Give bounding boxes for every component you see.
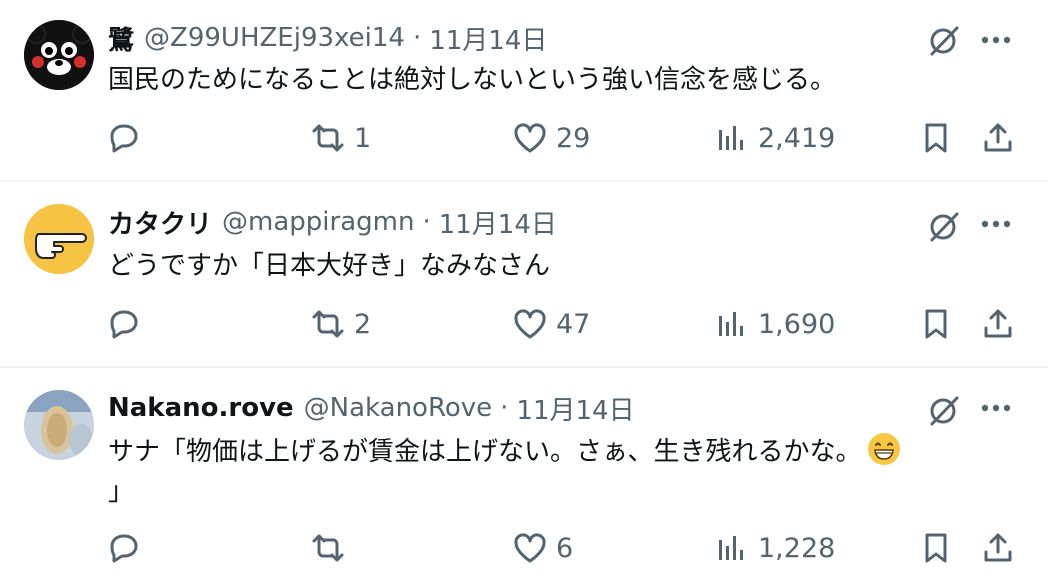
grok-icon[interactable] [926,22,962,58]
post-text-line: サナ「物価は上げるが賃金は上げない。さぁ、生き残れるかな。 [108,432,1008,472]
author-name[interactable]: カタクリ [108,204,212,241]
like-button[interactable]: 6 [512,526,573,570]
avatar[interactable] [24,20,94,90]
views-button[interactable]: 2,419 [714,116,835,160]
views-icon [719,536,743,560]
separator: · [422,207,431,237]
like-button[interactable]: 47 [512,302,590,346]
post-text: 国民のためになることは絶対しないという強い信念を感じる。 [108,60,1008,100]
grok-icon[interactable] [926,208,962,244]
repost-button[interactable] [310,526,354,570]
reply-icon [110,534,138,563]
post[interactable]: Nakano.rove @NakanoRove · 11月14日 サナ「物価は上… [0,368,1048,584]
more-icon[interactable] [978,390,1014,426]
post-time[interactable]: 11月14日 [439,204,557,241]
view-count: 1,228 [758,532,836,564]
post-time[interactable]: 11月14日 [429,20,547,57]
share-button[interactable] [980,526,1016,570]
views-button[interactable]: 1,690 [714,302,835,346]
post-text-line: 国民のためになることは絶対しないという強い信念を感じる。 [108,65,837,95]
share-button[interactable] [980,116,1016,160]
share-icon [984,309,1012,338]
avatar[interactable] [24,204,94,274]
repost-icon [312,534,344,562]
author-handle[interactable]: @Z99UHZEj93xei14 [144,23,405,53]
views-button[interactable]: 1,228 [714,526,835,570]
repost-icon [312,310,344,338]
avatar[interactable] [24,390,94,460]
author-name[interactable]: 鷺 [108,20,134,57]
like-button[interactable]: 29 [512,116,590,160]
like-count: 47 [556,308,591,340]
repost-icon [312,124,344,152]
reply-button[interactable] [106,116,150,160]
view-count: 1,690 [758,308,836,340]
bookmark-button[interactable] [918,302,954,346]
share-icon [984,533,1012,562]
grok-icon[interactable] [926,392,962,428]
post-text-line: 」 [108,477,135,507]
post[interactable]: カタクリ @mappiragmn · 11月14日 どうですか「日本大好き」なみ… [0,182,1048,366]
repost-button[interactable]: 2 [310,302,371,346]
like-icon [514,533,546,563]
author-handle[interactable]: @NakanoRove [304,393,493,423]
bookmark-icon [925,533,947,563]
bookmark-button[interactable] [918,116,954,160]
reply-button[interactable] [106,526,150,570]
bookmark-icon [925,309,947,339]
more-icon[interactable] [978,22,1014,58]
action-bar: 1 29 2,419 [0,116,1048,160]
share-button[interactable] [980,302,1016,346]
action-bar: 6 1,228 [0,526,1048,570]
post-time[interactable]: 11月14日 [516,390,634,427]
repost-count: 2 [354,308,372,340]
post[interactable]: 鷺 @Z99UHZEj93xei14 · 11月14日 国民のためになることは絶… [0,0,1048,180]
separator: · [500,393,509,423]
separator: · [412,23,422,53]
more-icon[interactable] [978,206,1014,242]
like-icon [514,123,546,153]
view-count: 2,419 [758,122,836,154]
reply-icon [110,124,138,153]
reply-icon [110,310,138,339]
views-icon [719,312,743,336]
like-count: 29 [556,122,591,154]
repost-button[interactable]: 1 [310,116,371,160]
like-count: 6 [556,532,574,564]
author-name[interactable]: Nakano.rove [108,393,294,423]
reply-button[interactable] [106,302,150,346]
post-text: どうですか「日本大好き」なみなさん [108,246,1008,286]
views-icon [719,126,743,150]
bookmark-icon [925,123,947,153]
like-icon [514,309,546,339]
bookmark-button[interactable] [918,526,954,570]
action-bar: 2 47 1,690 [0,302,1048,346]
author-handle[interactable]: @mappiragmn [222,207,414,237]
grinning-face-icon [868,433,901,465]
post-text-line: どうですか「日本大好き」なみなさん [108,251,551,281]
post-text: サナ「物価は上げるが賃金は上げない。さぁ、生き残れるかな。 」 [108,432,1008,512]
share-icon [984,123,1012,152]
repost-count: 1 [354,122,372,154]
